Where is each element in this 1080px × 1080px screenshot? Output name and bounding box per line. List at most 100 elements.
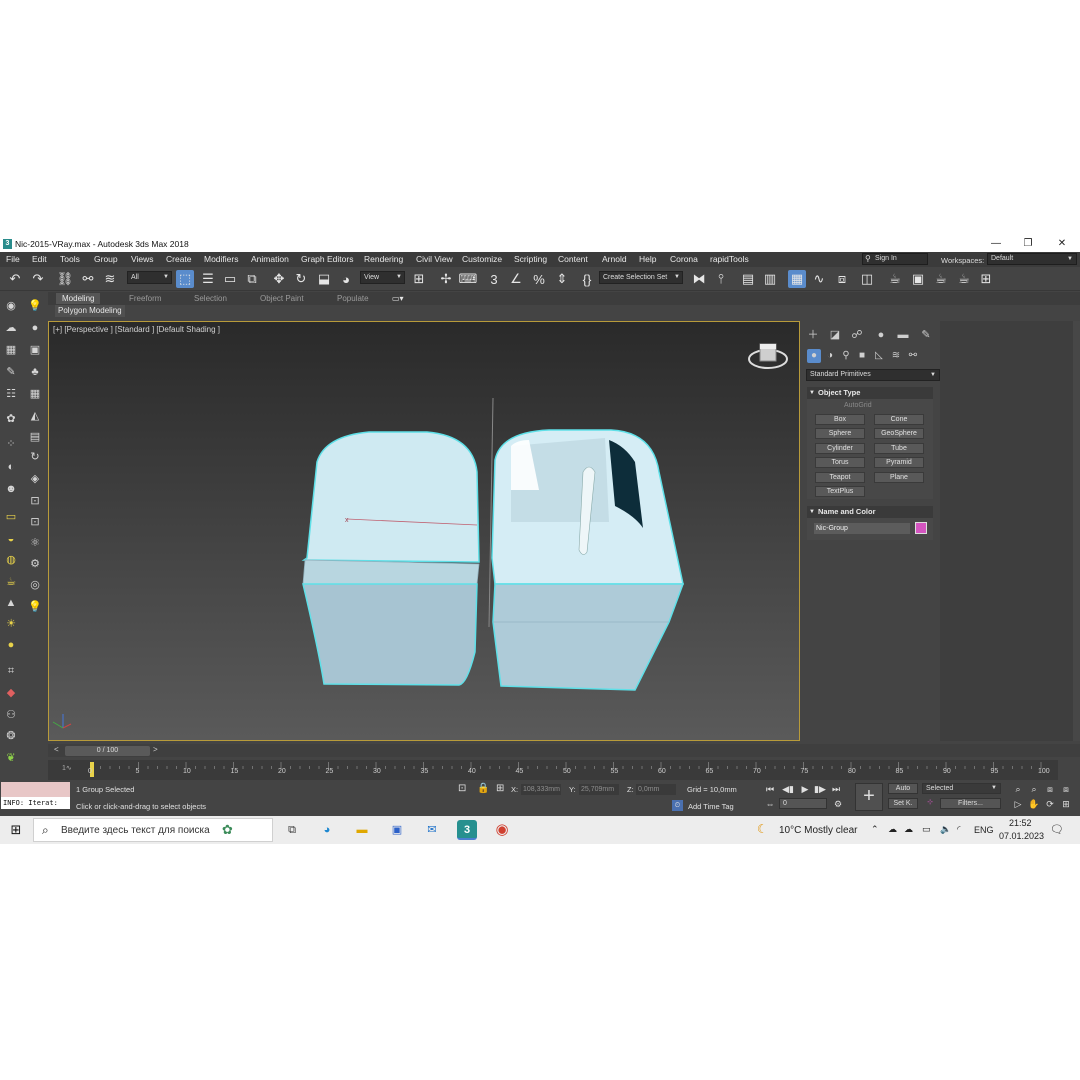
- perspective-viewport[interactable]: [+] [Perspective ] [Standard ] [Default …: [48, 321, 800, 741]
- spinner-snap-icon[interactable]: ⇕: [553, 270, 571, 288]
- weather-text[interactable]: 10°C Mostly clear: [779, 825, 857, 836]
- dots-icon[interactable]: ⁘: [4, 437, 18, 451]
- z-coordinate-field[interactable]: 0,0mm: [636, 784, 676, 795]
- material-editor-icon[interactable]: ◫: [858, 270, 876, 288]
- paint-icon[interactable]: ✿: [4, 412, 18, 426]
- torus-button[interactable]: Torus: [815, 457, 865, 468]
- named-selection-set-dropdown[interactable]: Create Selection Set ▼: [599, 271, 683, 284]
- pen-icon[interactable]: ✎: [4, 365, 18, 379]
- menu-customize[interactable]: Customize: [462, 254, 502, 264]
- mail-icon[interactable]: ✉: [422, 820, 442, 840]
- plane-icon[interactable]: ▭: [4, 510, 18, 524]
- menu-edit[interactable]: Edit: [32, 254, 47, 264]
- edge-icon[interactable]: ◕: [317, 820, 337, 840]
- eye-icon[interactable]: ◎: [28, 578, 42, 592]
- link-icon[interactable]: ⛓: [56, 270, 74, 288]
- flag-icon[interactable]: ◭: [28, 409, 42, 423]
- cameras-icon[interactable]: ■: [855, 349, 869, 363]
- motion-tab-icon[interactable]: ●: [872, 327, 890, 344]
- grid-icon[interactable]: ▦: [28, 387, 42, 401]
- rendered-frame-icon[interactable]: ▣: [909, 270, 927, 288]
- object-color-swatch[interactable]: [915, 522, 927, 534]
- selection-region-icon[interactable]: ▭: [221, 270, 239, 288]
- fov-icon[interactable]: ▷: [1012, 798, 1024, 810]
- tree-icon[interactable]: ♣: [28, 365, 42, 379]
- shapes-icon[interactable]: ◑: [823, 349, 837, 363]
- ball-icon[interactable]: ●: [4, 638, 18, 652]
- space-warps-icon[interactable]: ≋: [889, 349, 903, 363]
- create-icon[interactable]: ◉: [4, 299, 18, 313]
- autogrid-checkbox[interactable]: AutoGrid: [844, 402, 872, 409]
- y-coordinate-field[interactable]: 25,709mm: [579, 784, 619, 795]
- redo-icon[interactable]: ↷: [29, 270, 47, 288]
- add-time-tag-button[interactable]: Add Time Tag: [688, 802, 734, 811]
- object-name-field[interactable]: Nic-Group: [814, 523, 910, 534]
- move-icon[interactable]: ✥: [270, 270, 288, 288]
- pyramid-button[interactable]: Pyramid: [874, 457, 924, 468]
- keyboard-shortcut-icon[interactable]: ⌨: [459, 270, 478, 288]
- menu-group[interactable]: Group: [94, 254, 118, 264]
- pan-icon[interactable]: ✋: [1028, 798, 1040, 810]
- mirror-icon[interactable]: ⧓: [690, 270, 708, 288]
- mesh-icon[interactable]: ⌗: [4, 664, 18, 678]
- sphere-icon[interactable]: ●: [28, 321, 42, 335]
- name-and-color-rollout[interactable]: ▼ Name and Color: [807, 506, 933, 518]
- bulb-icon[interactable]: 💡: [28, 600, 42, 614]
- hierarchy-tab-icon[interactable]: ☍: [848, 327, 866, 344]
- plane-button[interactable]: Plane: [874, 472, 924, 483]
- cone-button[interactable]: Cone: [874, 414, 924, 425]
- zoom-extents-all-icon[interactable]: ⧈: [1060, 783, 1072, 795]
- sun-icon[interactable]: ☀: [4, 617, 18, 631]
- list-icon[interactable]: ☷: [4, 387, 18, 401]
- leaf-icon[interactable]: ❦: [4, 751, 18, 765]
- zoom-icon[interactable]: ⌕: [1012, 783, 1024, 795]
- input-language[interactable]: ENG: [974, 825, 994, 835]
- menu-arnold[interactable]: Arnold: [602, 254, 627, 264]
- key-mode-dropdown[interactable]: Selected ▼: [922, 783, 1001, 794]
- windows-start-icon[interactable]: ⊞: [6, 820, 26, 840]
- primitive-category-dropdown[interactable]: Standard Primitives ▼: [806, 369, 940, 381]
- schematic-view-icon[interactable]: ⧈: [833, 270, 851, 288]
- light-icon[interactable]: 💡: [28, 299, 42, 313]
- next-frame-icon[interactable]: >: [153, 745, 158, 754]
- manipulate-icon[interactable]: ✢: [437, 270, 455, 288]
- teapot-button[interactable]: Teapot: [815, 472, 865, 483]
- sphere-button[interactable]: Sphere: [815, 428, 865, 439]
- rotate-icon[interactable]: ↻: [292, 270, 310, 288]
- chrome-icon[interactable]: ◉: [492, 820, 512, 840]
- toggle-ribbon-icon[interactable]: ▦: [788, 270, 806, 288]
- angle-snap-icon[interactable]: ∠: [507, 270, 525, 288]
- window-crossing-icon[interactable]: ⧉: [243, 270, 261, 288]
- task-view-icon[interactable]: ⧉: [282, 820, 302, 840]
- key-filter-icon[interactable]: ⊹: [924, 798, 936, 809]
- helpers-icon[interactable]: ◺: [872, 349, 886, 363]
- undo-icon[interactable]: ↶: [6, 270, 24, 288]
- select-by-name-icon[interactable]: ☰: [199, 270, 217, 288]
- box-button[interactable]: Box: [815, 414, 865, 425]
- network-icon[interactable]: ⚇: [4, 708, 18, 722]
- goto-start-icon[interactable]: ⏮: [764, 783, 776, 795]
- menu-graph-editors[interactable]: Graph Editors: [301, 254, 353, 264]
- time-config-icon[interactable]: ⚙: [832, 798, 844, 810]
- cloud-sync-icon[interactable]: ☁: [904, 824, 913, 835]
- menu-rendering[interactable]: Rendering: [364, 254, 403, 264]
- geosphere-button[interactable]: GeoSphere: [874, 428, 924, 439]
- render-gallery-icon[interactable]: ⊞: [977, 270, 995, 288]
- geometry-icon[interactable]: ●: [807, 349, 821, 363]
- maximize-button[interactable]: ❐: [1012, 237, 1044, 251]
- menu-help[interactable]: Help: [639, 254, 656, 264]
- lock-icon[interactable]: 🔒: [477, 783, 489, 794]
- tab-populate[interactable]: Populate: [337, 293, 369, 304]
- render-iterative-icon[interactable]: ☕: [955, 270, 973, 288]
- maximize-viewport-icon[interactable]: ⊞: [1060, 798, 1072, 810]
- cylinder-button[interactable]: Cylinder: [815, 443, 865, 454]
- menu-tools[interactable]: Tools: [60, 254, 80, 264]
- target-icon[interactable]: ⊡: [28, 515, 42, 529]
- maxscript-info-line[interactable]: INFO: Iterat:: [1, 797, 70, 809]
- scrollbar[interactable]: [1073, 321, 1080, 741]
- lights-icon[interactable]: ⚲: [839, 349, 853, 363]
- time-tag-icon[interactable]: ⏲: [672, 800, 683, 811]
- tab-object-paint[interactable]: Object Paint: [260, 293, 304, 304]
- object-type-rollout[interactable]: ▼ Object Type: [807, 387, 933, 399]
- display-tab-icon[interactable]: ▬: [894, 327, 912, 344]
